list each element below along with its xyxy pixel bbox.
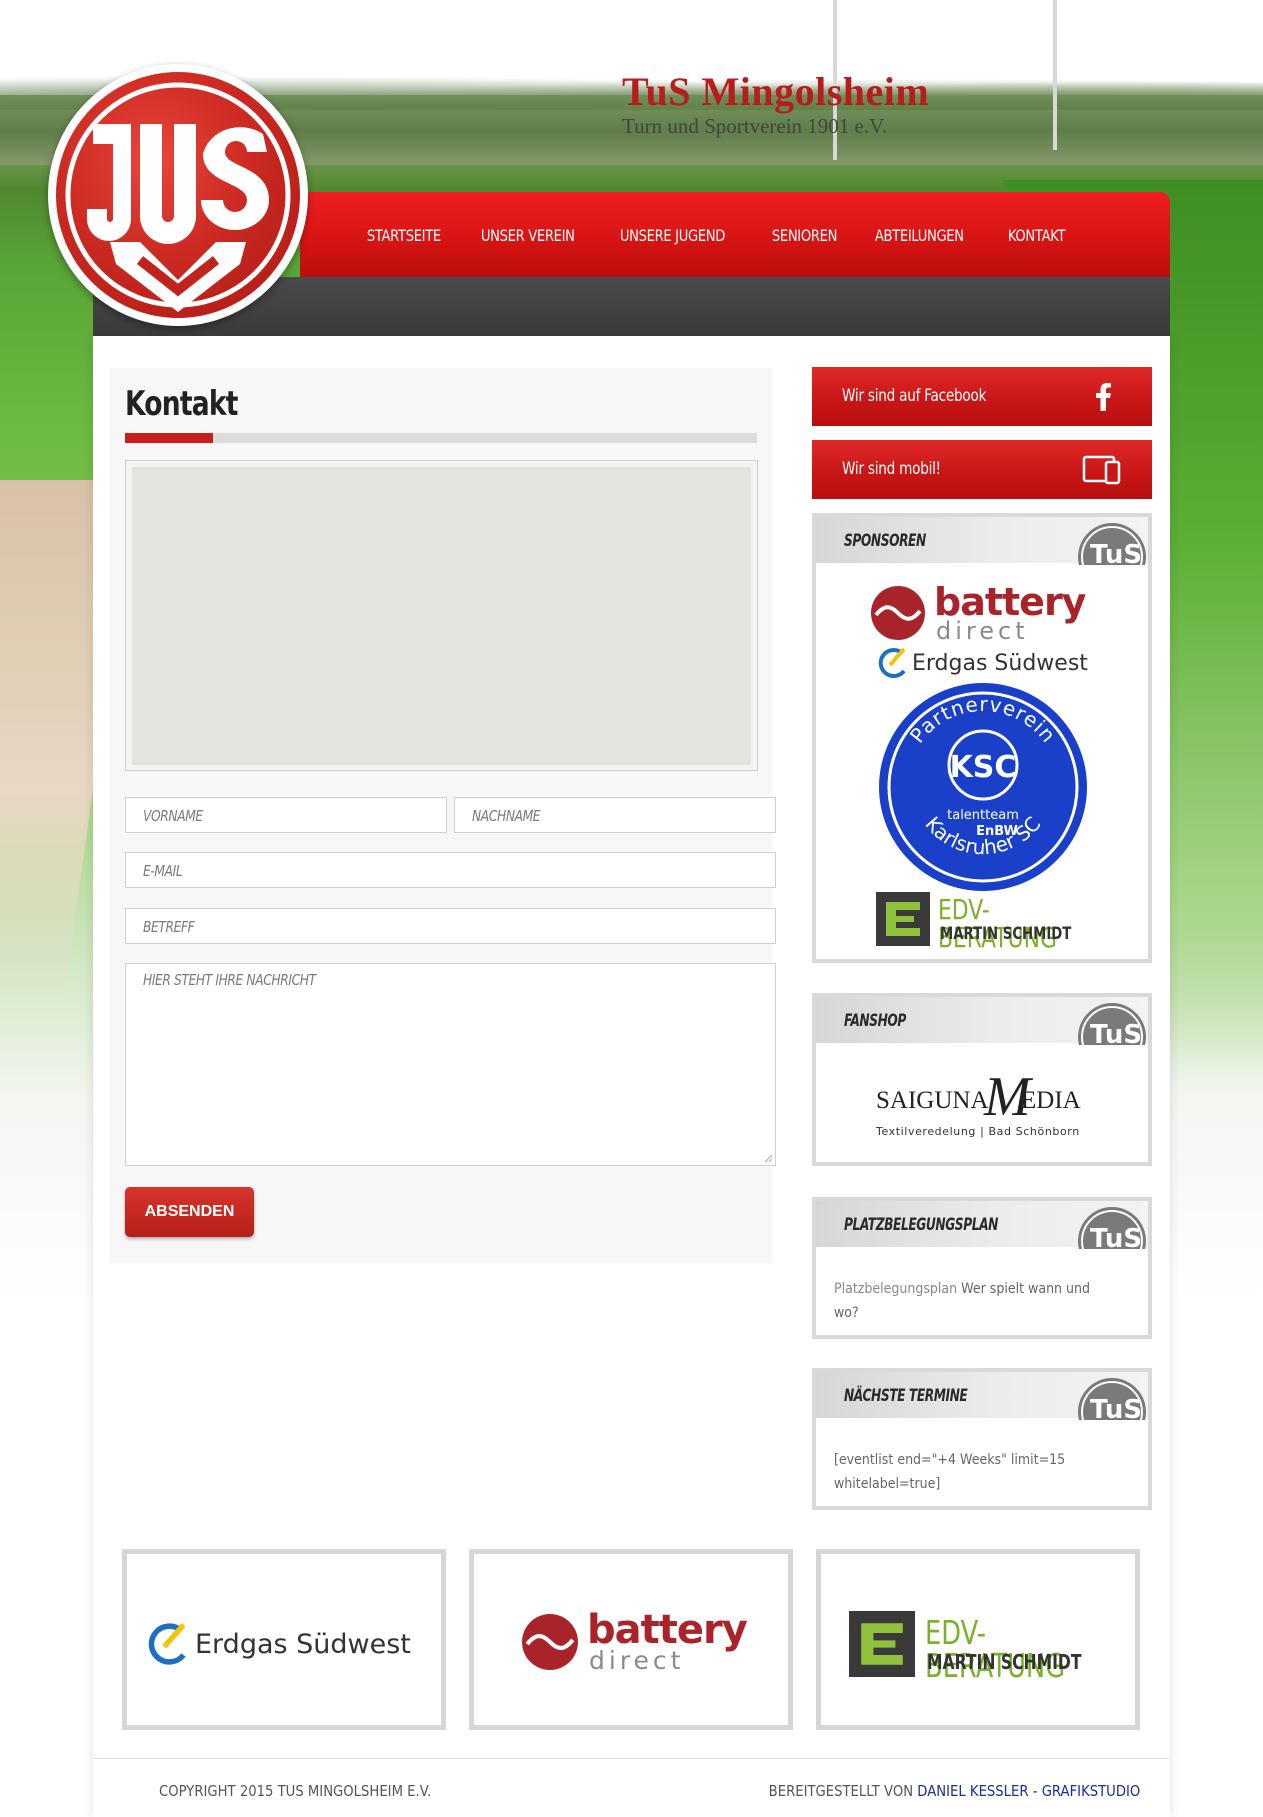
- battery-sub: direct: [936, 617, 1029, 645]
- ksc-badge: Partnerverein Karlsruher SC KSC talentte…: [879, 683, 1087, 891]
- title-underline-accent: [125, 433, 213, 443]
- map-frame: [125, 460, 758, 771]
- sponsor-battery-direct[interactable]: battery direct: [870, 583, 1090, 643]
- footer-divider: [93, 1758, 1170, 1759]
- email-placeholder: E-MAIL: [143, 862, 183, 880]
- footer-edv-name: MARTIN SCHMIDT: [927, 1650, 1082, 1674]
- map-embed[interactable]: [132, 467, 751, 765]
- tus-watermark-icon: TuS: [1078, 523, 1146, 565]
- facebook-button-label: Wir sind auf Facebook: [842, 386, 987, 406]
- termine-widget-title: NÄCHSTE TERMINE: [844, 1386, 968, 1406]
- firstname-field[interactable]: VORNAME: [125, 797, 447, 833]
- svg-text:TuS: TuS: [1090, 540, 1142, 565]
- club-logo-monogram: [65, 82, 291, 312]
- platzbelegungsplan-link[interactable]: Platzbelegungsplan: [834, 1281, 957, 1297]
- svg-text:TuS: TuS: [1090, 1395, 1142, 1420]
- footer-battery-word: battery: [587, 1607, 748, 1653]
- credits-prefix: BEREITGESTELLT VON: [768, 1782, 918, 1800]
- fanshop-widget-title: FANSHOP: [844, 1011, 906, 1031]
- edv-logo-icon: [876, 892, 930, 946]
- erdgas-word: Erdgas Südwest: [912, 651, 1088, 676]
- battery-word: battery: [934, 580, 1086, 624]
- footer-erdgas-word: Erdgas Südwest: [195, 1629, 411, 1660]
- firstname-placeholder: VORNAME: [143, 807, 203, 825]
- lastname-placeholder: NACHNAME: [472, 807, 541, 825]
- page-title: Kontakt: [125, 384, 238, 424]
- platzbelegungsplan-widget: PLATZBELEGUNGSPLAN TuS Platzbelegungspla…: [812, 1197, 1152, 1339]
- saiguna-tagline: Textilveredelung | Bad Schönborn: [876, 1125, 1080, 1138]
- svg-text:TuS: TuS: [1090, 1020, 1142, 1045]
- site-subtitle: Turn und Sportverein 1901 e.V.: [622, 114, 887, 138]
- nav-item-unsere-jugend[interactable]: UNSERE JUGEND: [601, 228, 744, 244]
- tus-watermark-icon: TuS: [1078, 1003, 1146, 1045]
- mobile-button-label: Wir sind mobil!: [842, 459, 941, 479]
- fanshop-saiguna-media-logo[interactable]: SAIGUNA M EDIA Textilveredelung | Bad Sc…: [876, 1069, 1096, 1149]
- club-logo[interactable]: [48, 64, 308, 326]
- ksc-mark: KSC: [950, 750, 1017, 785]
- nav-item-unser-verein[interactable]: UNSER VEREIN: [462, 228, 593, 244]
- credits-text: BEREITGESTELLT VON DANIEL KESSLER - GRAF…: [768, 1782, 1140, 1800]
- sponsor-edv-beratung[interactable]: EDV-BERATUNG MARTIN SCHMIDT: [876, 892, 1116, 952]
- footer-sponsor-erdgas[interactable]: Erdgas Südwest: [122, 1549, 446, 1730]
- nav-item-startseite[interactable]: STARTSEITE: [348, 228, 460, 244]
- sponsor-erdgas-suedwest[interactable]: Erdgas Südwest: [876, 647, 1116, 679]
- message-textarea[interactable]: HIER STEHT IHRE NACHRICHT: [125, 963, 776, 1166]
- erdgas-logo-icon: [148, 1622, 186, 1665]
- subject-field[interactable]: BETREFF: [125, 908, 776, 944]
- submit-button[interactable]: ABSENDEN: [125, 1187, 254, 1237]
- erdgas-logo-icon: [878, 647, 906, 679]
- battery-direct-logo-icon: [871, 586, 925, 640]
- platzbelegungsplan-widget-title: PLATZBELEGUNGSPLAN: [844, 1215, 998, 1235]
- resize-handle-icon[interactable]: [763, 1153, 773, 1163]
- copyright-text: COPYRIGHT 2015 TUS MINGOLSHEIM E.V.: [159, 1782, 432, 1800]
- platzbelegungsplan-text: Platzbelegungsplan Wer spielt wann und w…: [834, 1277, 1095, 1325]
- subject-placeholder: BETREFF: [143, 918, 195, 936]
- ksc-talent: talentteam: [947, 808, 1019, 823]
- saiguna-brand-right: EDIA: [1021, 1087, 1081, 1114]
- battery-direct-logo-icon: [522, 1614, 578, 1670]
- fanshop-widget: FANSHOP TuS SAIGUNA M EDIA Textilveredel…: [812, 993, 1152, 1166]
- site-title[interactable]: TuS Mingolsheim: [622, 72, 929, 112]
- main-navigation: STARTSEITE UNSER VEREIN UNSERE JUGEND SE…: [300, 192, 1170, 277]
- footer-sponsor-edv-beratung[interactable]: EDV-BERATUNG MARTIN SCHMIDT: [816, 1549, 1140, 1730]
- facebook-icon: [1096, 383, 1111, 411]
- svg-text:TuS: TuS: [1090, 1224, 1142, 1249]
- tablet-icon: [1082, 455, 1121, 485]
- sponsor-ksc-partnerverein[interactable]: Partnerverein Karlsruher SC KSC talentte…: [877, 681, 1089, 893]
- credits-link[interactable]: DANIEL KESSLER - GRAFIKSTUDIO: [917, 1782, 1140, 1800]
- saiguna-brand-left: SAIGUNA: [876, 1087, 989, 1114]
- edv-logo-icon: [849, 1611, 915, 1677]
- facebook-button[interactable]: Wir sind auf Facebook: [812, 367, 1152, 426]
- nav-item-kontakt[interactable]: KONTAKT: [989, 228, 1084, 244]
- footer-sponsor-battery-direct[interactable]: battery direct: [469, 1549, 793, 1730]
- tus-watermark-icon: TuS: [1078, 1207, 1146, 1249]
- nav-item-abteilungen[interactable]: ABTEILUNGEN: [856, 228, 983, 244]
- sponsors-widget: SPONSOREN TuS battery direct Erdgas Südw…: [812, 513, 1152, 963]
- nav-item-senioren[interactable]: SENIOREN: [753, 228, 856, 244]
- ksc-enbw: EnBW: [976, 824, 1018, 839]
- message-placeholder: HIER STEHT IHRE NACHRICHT: [143, 971, 316, 989]
- email-field[interactable]: E-MAIL: [125, 852, 776, 888]
- lastname-field[interactable]: NACHNAME: [454, 797, 776, 833]
- footer-battery-sub: direct: [589, 1646, 685, 1675]
- sponsors-widget-title: SPONSOREN: [844, 531, 926, 551]
- title-underline: [125, 433, 757, 443]
- background-floodlight-pole: [1053, 0, 1057, 150]
- termine-widget: NÄCHSTE TERMINE TuS [eventlist end="+4 W…: [812, 1368, 1152, 1510]
- edv-name: MARTIN SCHMIDT: [940, 924, 1072, 944]
- tus-watermark-icon: TuS: [1078, 1378, 1146, 1420]
- mobile-button[interactable]: Wir sind mobil!: [812, 440, 1152, 499]
- termine-eventlist: [eventlist end="+4 Weeks" limit=15 white…: [834, 1452, 1066, 1492]
